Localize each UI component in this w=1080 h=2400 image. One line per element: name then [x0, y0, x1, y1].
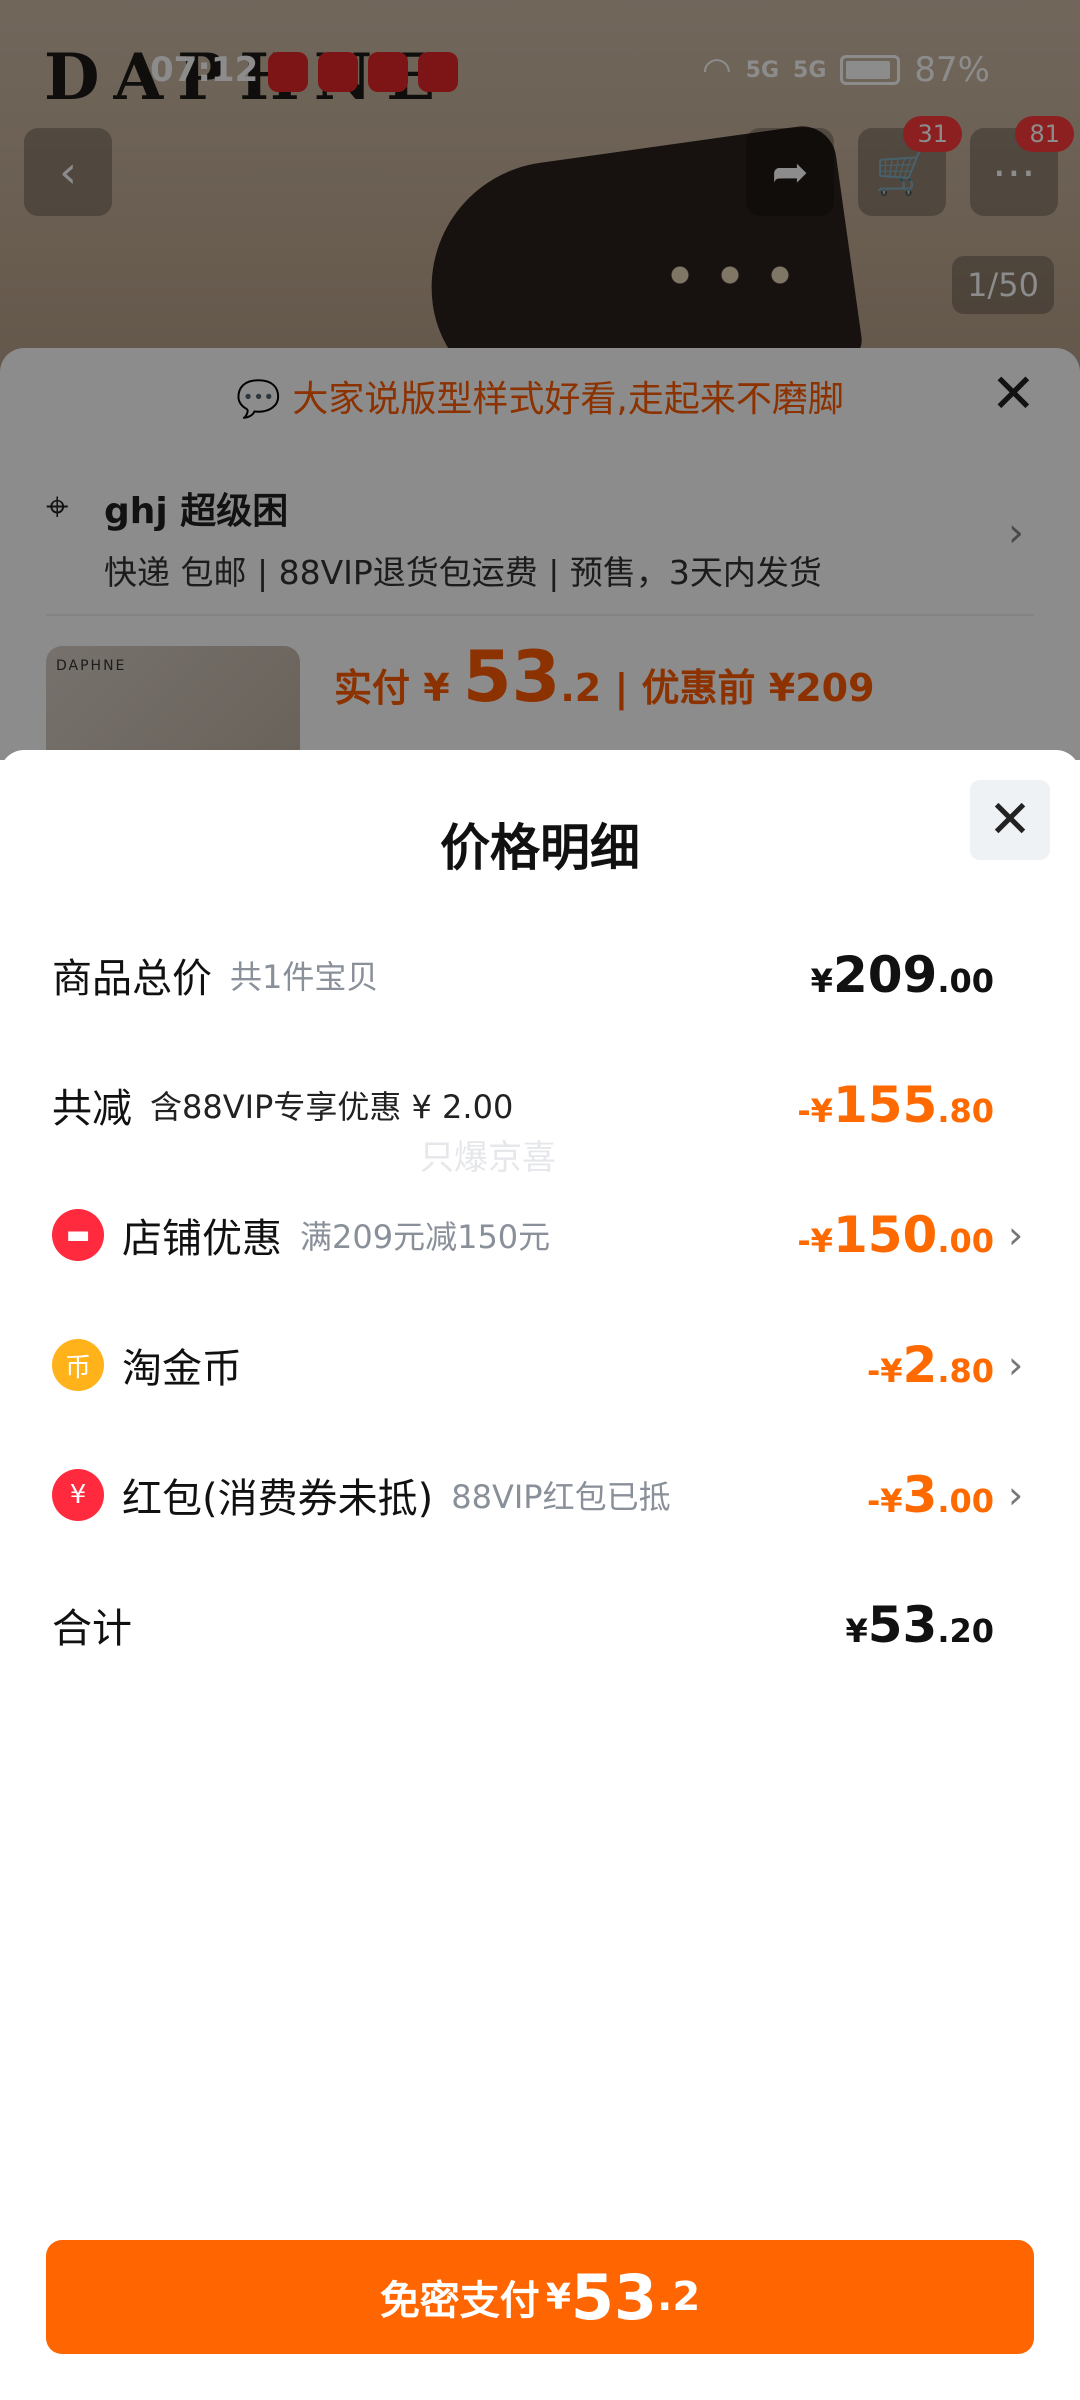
pay-currency: ¥ [545, 2276, 571, 2318]
store-icon: ▬ [52, 1209, 104, 1261]
close-icon: ✕ [988, 790, 1032, 850]
row-subtotal: 商品总价 共1件宝贝 ¥209.00 › [52, 935, 1028, 1015]
row-sub: 共1件宝贝 [230, 958, 379, 996]
row-total: 合计 ¥53.20 › [52, 1585, 1028, 1665]
chevron-right-icon[interactable]: › [1008, 1213, 1028, 1257]
row-store-discount[interactable]: ▬ 店铺优惠 满209元减150元 -¥150.00 › [52, 1195, 1028, 1275]
row-sub: 88VIP红包已抵 [451, 1478, 671, 1516]
discount-amount: -¥155.80 [797, 1076, 994, 1134]
row-label: 共减 [52, 1086, 132, 1132]
row-label: 店铺优惠 [122, 1216, 282, 1262]
red-packet-amount: -¥3.00 [866, 1466, 994, 1524]
row-label: 淘金币 [122, 1346, 242, 1392]
gold-coin-amount: -¥2.80 [866, 1336, 994, 1394]
total-amount: ¥53.20 [845, 1596, 994, 1654]
row-gold-coin[interactable]: 币 淘金币 -¥2.80 › [52, 1325, 1028, 1405]
subtotal-amount: ¥209.00 [810, 946, 994, 1004]
row-label: 红包(消费券未抵) [122, 1476, 434, 1522]
modal-overlay[interactable] [0, 0, 1080, 760]
store-discount-amount: -¥150.00 [797, 1206, 994, 1264]
sheet-title: 价格明细 [440, 819, 640, 877]
row-total-discount: 共减 含88VIP专享优惠 ¥ 2.00 -¥155.80 › [52, 1065, 1028, 1145]
row-red-packet[interactable]: ¥ 红包(消费券未抵) 88VIP红包已抵 -¥3.00 › [52, 1455, 1028, 1535]
gold-coin-icon: 币 [52, 1339, 104, 1391]
chevron-right-icon[interactable]: › [1008, 1343, 1028, 1387]
row-sub: 满209元减150元 [300, 1218, 551, 1256]
price-detail-sheet: 价格明细 ✕ 只爆京喜 商品总价 共1件宝贝 ¥209.00 › 共减 含88V… [0, 750, 1080, 2400]
pay-button-label: 免密支付 [379, 2278, 540, 2324]
row-sub: 含88VIP专享优惠 ¥ 2.00 [150, 1088, 514, 1126]
close-button[interactable]: ✕ [970, 780, 1050, 860]
chevron-right-icon[interactable]: › [1008, 1473, 1028, 1517]
row-label: 合计 [52, 1606, 132, 1652]
pay-button[interactable]: 免密支付 ¥ 53 .2 [46, 2240, 1034, 2354]
pay-amount-int: 53 [570, 2260, 658, 2334]
pay-amount-dec: .2 [657, 2274, 701, 2320]
red-packet-icon: ¥ [52, 1469, 104, 1521]
row-label: 商品总价 [52, 956, 212, 1002]
